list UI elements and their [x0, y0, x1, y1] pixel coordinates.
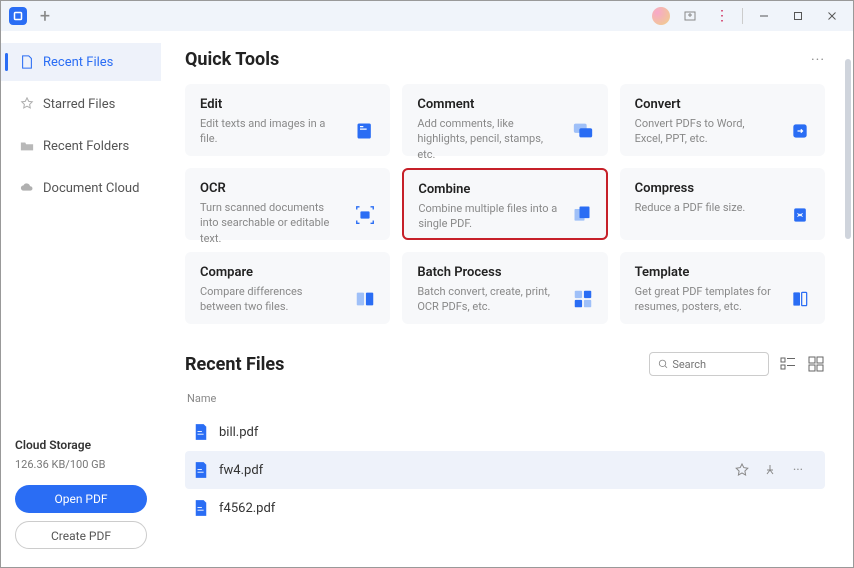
tool-desc: Batch convert, create, print, OCR PDFs, …	[417, 284, 557, 315]
close-button[interactable]	[819, 4, 845, 28]
tool-desc: Reduce a PDF file size.	[635, 200, 775, 215]
sidebar-item-label: Recent Files	[43, 55, 113, 70]
tool-title: Compare	[200, 265, 375, 280]
sidebar-item-starred-files[interactable]: Starred Files	[1, 85, 161, 123]
row-more-icon[interactable]: ···	[791, 463, 805, 477]
tool-desc: Compare differences between two files.	[200, 284, 340, 315]
tool-card-template[interactable]: Template Get great PDF templates for res…	[620, 252, 825, 324]
pin-icon[interactable]	[763, 463, 777, 477]
cloud-icon	[19, 180, 35, 196]
file-row[interactable]: fw4.pdf ···	[185, 451, 825, 489]
file-icon	[19, 54, 35, 70]
quick-tools-grid: Edit Edit texts and images in a file. Co…	[185, 84, 825, 324]
file-name: bill.pdf	[219, 425, 817, 440]
cloud-storage-title: Cloud Storage	[15, 438, 147, 452]
tool-desc: Get great PDF templates for resumes, pos…	[635, 284, 775, 315]
grid-view-icon[interactable]	[807, 355, 825, 373]
scrollbar[interactable]	[845, 31, 851, 567]
pdf-file-icon	[193, 423, 209, 441]
search-input[interactable]	[672, 358, 760, 371]
pdf-file-icon	[193, 461, 209, 479]
tool-card-combine[interactable]: Combine Combine multiple files into a si…	[402, 168, 607, 240]
sidebar-item-label: Document Cloud	[43, 181, 139, 196]
file-row[interactable]: f4562.pdf	[185, 489, 825, 527]
tool-desc: Edit texts and images in a file.	[200, 116, 340, 147]
comment-icon	[571, 119, 595, 143]
tool-card-compress[interactable]: Compress Reduce a PDF file size.	[620, 168, 825, 240]
pdf-file-icon	[193, 499, 209, 517]
sidebar: Recent Files Starred Files Recent Folder…	[1, 31, 161, 567]
app-logo-icon	[9, 7, 27, 25]
tool-desc: Combine multiple files into a single PDF…	[418, 201, 558, 232]
compare-icon	[353, 287, 377, 311]
cloud-storage-quota: 126.36 KB/100 GB	[15, 458, 147, 471]
quick-tools-title: Quick Tools	[185, 49, 279, 70]
search-input-wrapper[interactable]	[649, 352, 769, 376]
share-icon[interactable]	[678, 4, 702, 28]
tool-title: Combine	[418, 182, 591, 197]
tool-card-convert[interactable]: Convert Convert PDFs to Word, Excel, PPT…	[620, 84, 825, 156]
quick-tools-more-icon[interactable]: ···	[811, 52, 825, 68]
recent-files-title: Recent Files	[185, 354, 284, 375]
tool-desc: Convert PDFs to Word, Excel, PPT, etc.	[635, 116, 775, 147]
cloud-storage-box: Cloud Storage 126.36 KB/100 GB Open PDF …	[1, 426, 161, 567]
open-pdf-button[interactable]: Open PDF	[15, 485, 147, 513]
tool-card-compare[interactable]: Compare Compare differences between two …	[185, 252, 390, 324]
new-tab-button[interactable]: +	[33, 4, 57, 28]
batch-icon	[571, 287, 595, 311]
sidebar-item-document-cloud[interactable]: Document Cloud	[1, 169, 161, 207]
ocr-icon	[353, 203, 377, 227]
file-name: fw4.pdf	[219, 463, 725, 478]
template-icon	[788, 287, 812, 311]
tool-desc: Turn scanned documents into searchable o…	[200, 200, 340, 246]
sidebar-item-label: Recent Folders	[43, 139, 129, 154]
sidebar-item-recent-folders[interactable]: Recent Folders	[1, 127, 161, 165]
tool-title: Convert	[635, 97, 810, 112]
file-row[interactable]: bill.pdf	[185, 413, 825, 451]
tool-card-batch[interactable]: Batch Process Batch convert, create, pri…	[402, 252, 607, 324]
list-view-icon[interactable]	[779, 355, 797, 373]
kebab-menu-icon[interactable]: ⋮	[710, 4, 734, 28]
column-header-name: Name	[185, 388, 825, 413]
file-name: f4562.pdf	[219, 501, 817, 516]
compress-icon	[788, 203, 812, 227]
convert-icon	[788, 119, 812, 143]
user-avatar-icon[interactable]	[652, 7, 670, 25]
tool-title: Comment	[417, 97, 592, 112]
tool-title: Template	[635, 265, 810, 280]
maximize-button[interactable]	[785, 4, 811, 28]
tool-card-edit[interactable]: Edit Edit texts and images in a file.	[185, 84, 390, 156]
tool-title: Edit	[200, 97, 375, 112]
minimize-button[interactable]	[751, 4, 777, 28]
search-icon	[658, 358, 668, 370]
edit-icon	[353, 119, 377, 143]
create-pdf-button[interactable]: Create PDF	[15, 521, 147, 549]
main-panel: Quick Tools ··· Edit Edit texts and imag…	[161, 31, 853, 567]
combine-icon	[570, 202, 594, 226]
star-icon	[19, 96, 35, 112]
star-icon[interactable]	[735, 463, 749, 477]
tool-title: Batch Process	[417, 265, 592, 280]
tool-card-comment[interactable]: Comment Add comments, like highlights, p…	[402, 84, 607, 156]
titlebar: + ⋮	[1, 1, 853, 31]
tool-card-ocr[interactable]: OCR Turn scanned documents into searchab…	[185, 168, 390, 240]
tool-title: Compress	[635, 181, 810, 196]
tool-title: OCR	[200, 181, 375, 196]
folder-icon	[19, 138, 35, 154]
sidebar-item-recent-files[interactable]: Recent Files	[1, 43, 161, 81]
tool-desc: Add comments, like highlights, pencil, s…	[417, 116, 557, 162]
sidebar-item-label: Starred Files	[43, 97, 115, 112]
